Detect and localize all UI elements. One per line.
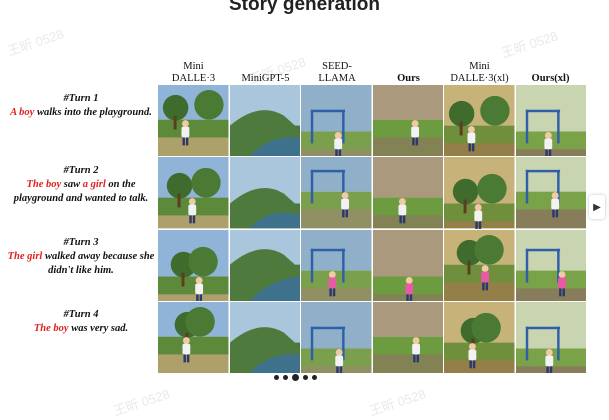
generated-image <box>372 301 443 373</box>
generated-image <box>444 157 515 229</box>
chevron-right-icon: ▶ <box>593 201 601 213</box>
generated-image <box>301 229 372 301</box>
generated-image <box>301 85 372 157</box>
generated-image <box>515 85 586 157</box>
turn-number: #Turn 2 <box>63 165 99 176</box>
generated-image <box>515 229 586 301</box>
generated-image <box>158 301 229 373</box>
col-header-mini-dalle3: Mini DALLE·3 <box>171 61 216 84</box>
generated-image <box>301 301 372 373</box>
turn-label-1: #Turn 1 A boy walks into the playground. <box>6 92 156 120</box>
carousel-pagination <box>274 374 317 381</box>
col-header-ours: Ours <box>397 73 420 84</box>
turn-number: #Turn 3 <box>63 237 99 248</box>
character-highlight: The boy <box>33 323 69 334</box>
turn-label-4: #Turn 4 The boy was very sad. <box>6 308 156 336</box>
page-title: Story generation <box>229 0 380 15</box>
turn-label-2: #Turn 2 The boy saw a girl on the playgro… <box>6 164 156 206</box>
generated-image <box>229 229 300 301</box>
character-highlight: The girl <box>7 251 43 262</box>
turn-caption: The girl walked away because she didn't … <box>6 250 156 278</box>
watermark: 王昕 0528 <box>5 26 66 59</box>
turn-caption: A boy walks into the playground. <box>6 106 156 120</box>
image-grid <box>158 85 586 373</box>
watermark: 王昕 0528 <box>367 386 428 419</box>
caption-text: saw <box>61 179 83 190</box>
generated-image <box>515 157 586 229</box>
generated-image <box>372 157 443 229</box>
next-arrow-button[interactable]: ▶ <box>589 195 605 219</box>
generated-image <box>444 301 515 373</box>
pagination-dot[interactable] <box>283 375 288 380</box>
col-header-minigpt5: MiniGPT-5 <box>241 73 290 84</box>
generated-image <box>158 85 229 157</box>
col-header-ours-xl: Ours(xl) <box>531 73 570 84</box>
generated-image <box>444 229 515 301</box>
turn-label-3: #Turn 3 The girl walked away because she … <box>6 236 156 278</box>
pagination-dot[interactable] <box>312 375 317 380</box>
generated-image <box>301 157 372 229</box>
generated-image <box>372 229 443 301</box>
caption-text: was very sad. <box>68 323 129 334</box>
turn-caption: The boy was very sad. <box>6 322 156 336</box>
pagination-dot[interactable] <box>292 374 299 381</box>
col-header-seed-llama: SEED- LLAMA <box>318 61 356 84</box>
caption-text: walked away because she didn't like him. <box>42 251 155 276</box>
pagination-dot[interactable] <box>274 375 279 380</box>
turn-number: #Turn 1 <box>63 93 99 104</box>
pagination-dot[interactable] <box>303 375 308 380</box>
character-highlight: The boy <box>26 179 62 190</box>
turn-number: #Turn 4 <box>63 309 99 320</box>
generated-image <box>229 157 300 229</box>
generated-image <box>229 301 300 373</box>
generated-image <box>158 229 229 301</box>
col-header-mini-dalle3-xl: Mini DALLE·3(xl) <box>450 61 509 84</box>
generated-image <box>372 85 443 157</box>
generated-image <box>515 301 586 373</box>
character-highlight: A boy <box>10 107 35 118</box>
generated-image <box>158 157 229 229</box>
generated-image <box>229 85 300 157</box>
caption-text: walks into the playground. <box>34 107 152 118</box>
character-highlight: a girl <box>82 179 106 190</box>
turn-caption: The boy saw a girl on the playground and… <box>6 178 156 206</box>
generated-image <box>444 85 515 157</box>
watermark: 王昕 0528 <box>111 386 172 419</box>
